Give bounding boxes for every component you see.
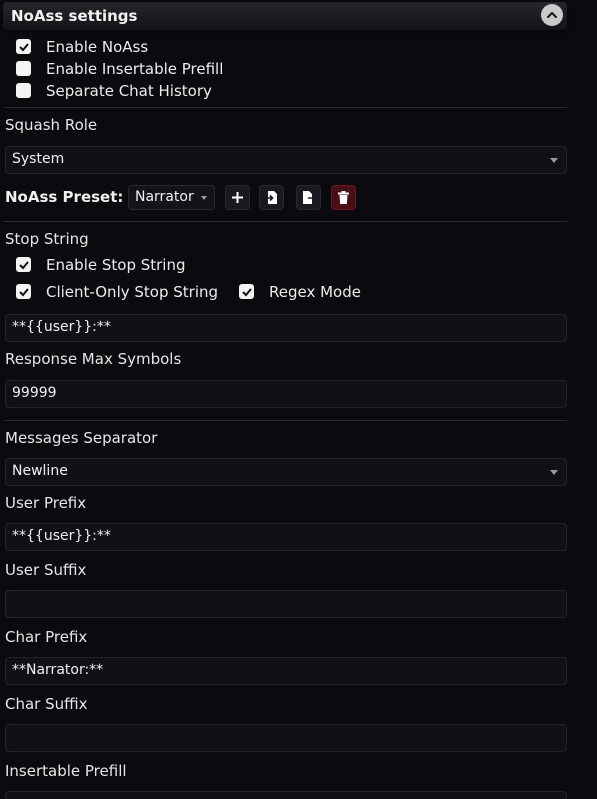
insertable-prefill-checkbox[interactable] (16, 61, 31, 76)
plus-icon (232, 192, 243, 203)
insertable-prefill-input[interactable] (5, 791, 567, 799)
insertable-prefill-label: Enable Insertable Prefill (46, 60, 224, 78)
add-preset-button[interactable] (225, 185, 250, 210)
trash-icon (338, 191, 349, 204)
stop-string-input[interactable]: **{{user}}:** (5, 314, 567, 342)
user-suffix-label: User Suffix (5, 561, 87, 579)
response-max-input[interactable]: 99999 (5, 380, 567, 408)
chevron-down-icon (201, 196, 207, 200)
delete-preset-button[interactable] (331, 185, 356, 210)
enable-noass-checkbox[interactable] (16, 39, 31, 54)
client-only-stop-string-checkbox[interactable] (16, 284, 31, 299)
client-only-stop-string-label: Client-Only Stop String (46, 283, 219, 301)
char-suffix-label: Char Suffix (5, 695, 88, 713)
squash-role-value: System (12, 151, 65, 167)
messages-separator-value: Newline (12, 463, 68, 479)
chevron-up-icon[interactable] (541, 4, 563, 26)
divider (3, 221, 567, 222)
divider (3, 107, 567, 108)
import-icon (265, 191, 277, 204)
preset-select[interactable]: Narrator (128, 185, 215, 210)
export-icon (303, 191, 316, 204)
squash-role-label: Squash Role (5, 116, 98, 134)
squash-role-select[interactable]: System (5, 146, 567, 174)
chevron-down-icon (550, 470, 558, 475)
user-prefix-input[interactable]: **{{user}}:** (5, 523, 567, 551)
preset-value: Narrator (135, 189, 194, 205)
separate-history-checkbox[interactable] (16, 83, 31, 98)
drawer-header[interactable]: NoAss settings (3, 2, 567, 30)
export-preset-button[interactable] (296, 185, 321, 210)
regex-mode-checkbox[interactable] (239, 284, 254, 299)
regex-mode-label: Regex Mode (269, 283, 361, 301)
stop-string-value: **{{user}}:** (12, 319, 111, 335)
import-preset-button[interactable] (259, 185, 284, 210)
char-suffix-input[interactable] (5, 724, 567, 752)
noass-settings-panel: NoAss settings Enable NoAss Enable Inser… (0, 0, 597, 799)
chevron-down-icon (550, 158, 558, 163)
response-max-label: Response Max Symbols (5, 350, 182, 368)
enable-stop-string-label: Enable Stop String (46, 256, 186, 274)
stop-string-label: Stop String (5, 230, 89, 248)
panel-title: NoAss settings (11, 7, 138, 25)
char-prefix-value: **Narrator:** (12, 662, 104, 678)
user-prefix-value: **{{user}}:** (12, 528, 111, 544)
divider (3, 420, 567, 421)
enable-stop-string-checkbox[interactable] (16, 257, 31, 272)
messages-separator-select[interactable]: Newline (5, 458, 567, 486)
separate-history-label: Separate Chat History (46, 82, 212, 100)
user-prefix-label: User Prefix (5, 494, 87, 512)
response-max-value: 99999 (12, 385, 57, 401)
preset-label: NoAss Preset: (5, 188, 124, 206)
enable-noass-label: Enable NoAss (46, 38, 149, 56)
messages-separator-label: Messages Separator (5, 429, 158, 447)
insertable-prefill-section-label: Insertable Prefill (5, 762, 127, 780)
char-prefix-input[interactable]: **Narrator:** (5, 657, 567, 685)
char-prefix-label: Char Prefix (5, 628, 88, 646)
user-suffix-input[interactable] (5, 590, 567, 618)
